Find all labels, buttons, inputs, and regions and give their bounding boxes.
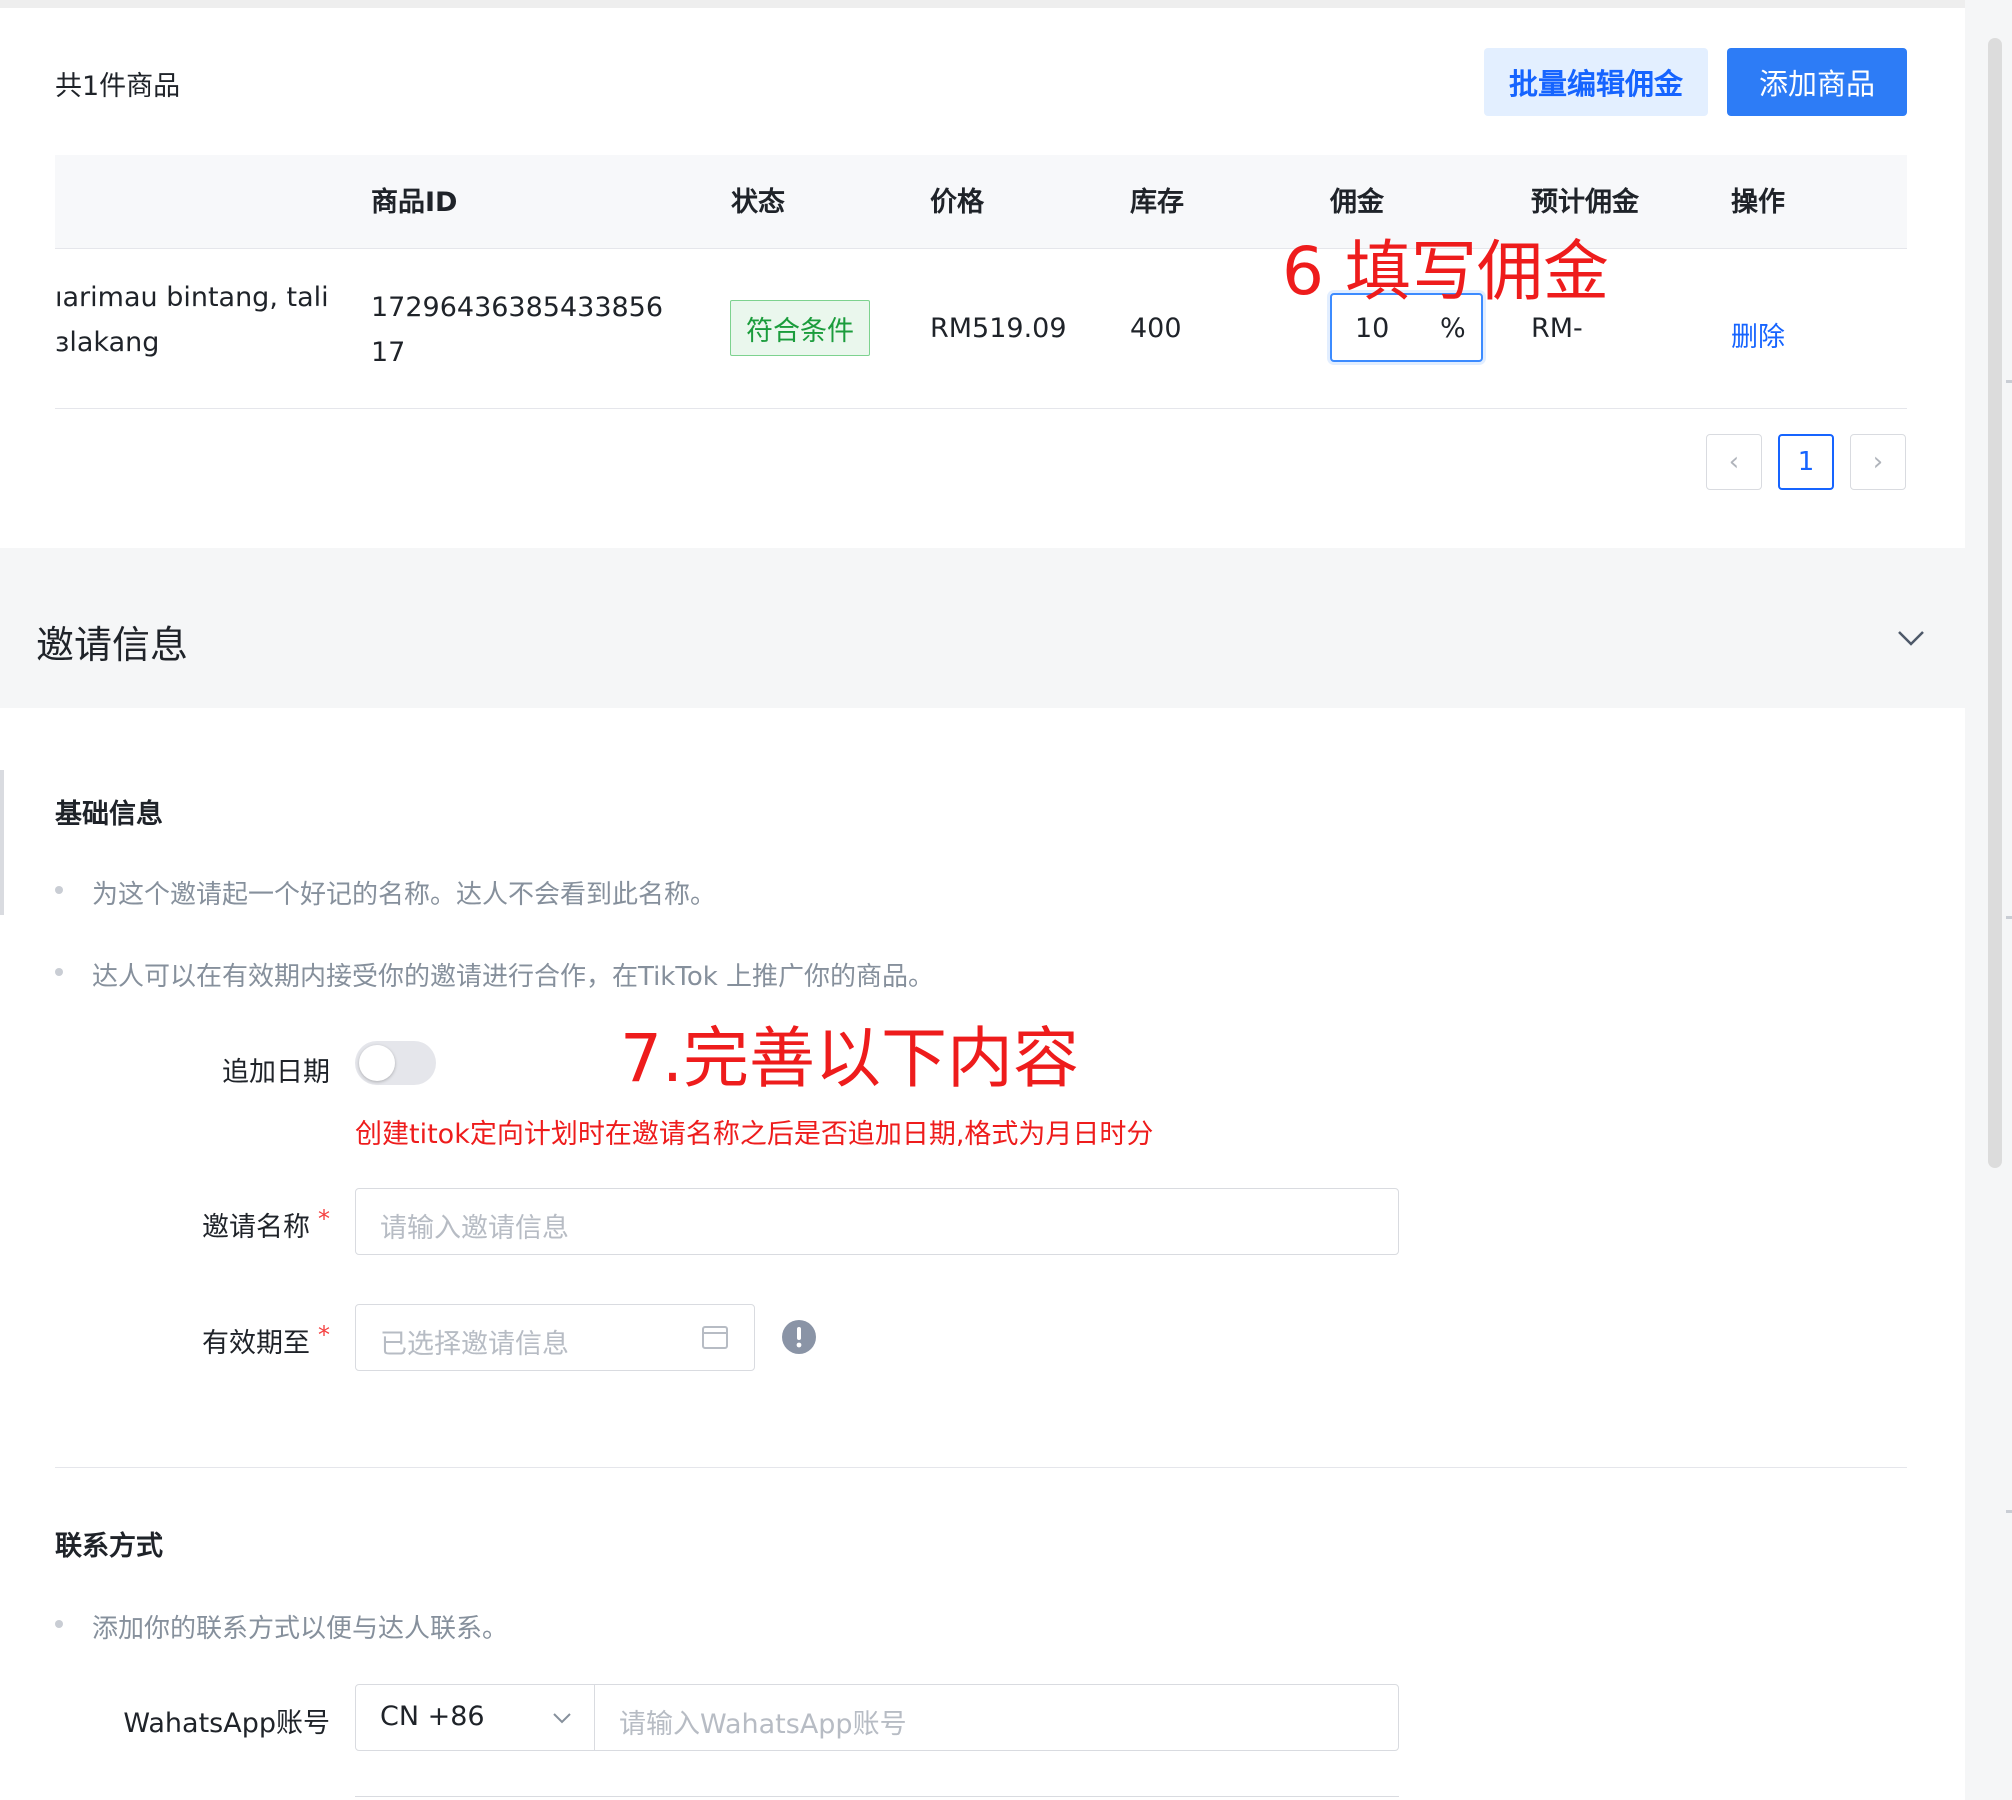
section-separator	[0, 548, 1965, 570]
invite-name-label: 邀请名称	[202, 1212, 310, 1243]
pagination-prev-button[interactable]: ‹	[1706, 434, 1762, 490]
basic-info-title: 基础信息	[55, 799, 163, 830]
column-header-action: 操作	[1731, 187, 1785, 218]
next-field-edge	[355, 1796, 1399, 1800]
edge-mark	[2006, 1510, 2012, 1513]
calendar-icon[interactable]	[700, 1322, 730, 1352]
column-header-commission: 佣金	[1330, 187, 1384, 218]
column-header-price: 价格	[930, 187, 984, 218]
delete-link[interactable]: 删除	[1731, 315, 1785, 354]
country-code-value: CN +86	[380, 1701, 485, 1732]
section-divider	[55, 1467, 1907, 1468]
toggle-knob	[359, 1045, 395, 1081]
bullet-dot	[55, 1620, 63, 1628]
basic-info-bullet-2: 达人可以在有效期内接受你的邀请进行合作，在TikTok 上推广你的商品。	[92, 962, 935, 992]
batch-edit-commission-button[interactable]: 批量编辑佣金	[1484, 48, 1708, 116]
status-badge: 符合条件	[730, 300, 870, 356]
contact-title: 联系方式	[55, 1531, 163, 1562]
append-date-label: 追加日期	[222, 1057, 330, 1088]
product-id-line1: 17296436385433856	[371, 292, 664, 323]
required-mark: *	[318, 1321, 330, 1349]
required-mark: *	[318, 1205, 330, 1233]
column-header-est-commission: 预计佣金	[1531, 187, 1639, 218]
valid-until-label: 有效期至	[202, 1328, 310, 1359]
column-header-id: 商品ID	[371, 187, 458, 218]
column-header-stock: 库存	[1130, 187, 1184, 218]
estimated-commission: RM-	[1531, 313, 1583, 344]
product-count: 共1件商品	[55, 71, 181, 102]
basic-info-bullet-1: 为这个邀请起一个好记的名称。达人不会看到此名称。	[92, 880, 717, 910]
info-icon[interactable]	[781, 1319, 817, 1355]
whatsapp-placeholder: 请输入WahatsApp账号	[619, 1709, 907, 1740]
pagination-next-button[interactable]: ›	[1850, 434, 1906, 490]
top-border	[0, 0, 1965, 8]
product-price: RM519.09	[930, 313, 1067, 344]
bullet-dot	[55, 886, 63, 894]
pagination-page-1[interactable]: 1	[1778, 434, 1834, 490]
product-name-line2: ɜlakang	[55, 327, 160, 358]
contact-bullet-1: 添加你的联系方式以便与达人联系。	[92, 1614, 509, 1644]
bullet-dot	[55, 968, 63, 976]
invite-name-placeholder: 请输入邀请信息	[380, 1213, 569, 1244]
whatsapp-label: WahatsApp账号	[123, 1708, 330, 1739]
chevron-down-icon	[553, 1713, 571, 1724]
edge-mark	[2006, 916, 2012, 919]
scrollbar-thumb[interactable]	[1988, 38, 2002, 1168]
edge-mark	[2006, 380, 2012, 383]
table-row-border	[55, 408, 1907, 409]
add-product-button[interactable]: 添加商品	[1727, 48, 1907, 116]
valid-until-placeholder: 已选择邀请信息	[380, 1329, 569, 1360]
column-header-status: 状态	[731, 187, 785, 218]
commission-rate-unit: %	[1440, 313, 1466, 344]
product-name-line1: ıarimau bintang, tali	[55, 282, 329, 313]
append-date-hint: 创建titok定向计划时在邀请名称之后是否追加日期,格式为月日时分	[355, 1119, 1154, 1150]
commission-rate-value: 10	[1355, 313, 1390, 344]
annotation-step6: 6 填写佣金	[1282, 233, 1609, 310]
chevron-down-icon[interactable]	[1893, 620, 1929, 656]
invite-section-title: 邀请信息	[36, 623, 189, 667]
product-stock: 400	[1130, 313, 1182, 344]
section-indicator	[0, 770, 4, 915]
product-id-line2: 17	[371, 337, 406, 368]
annotation-step7: 7.完善以下内容	[620, 1020, 1079, 1097]
invite-section-header[interactable]	[0, 570, 1965, 708]
